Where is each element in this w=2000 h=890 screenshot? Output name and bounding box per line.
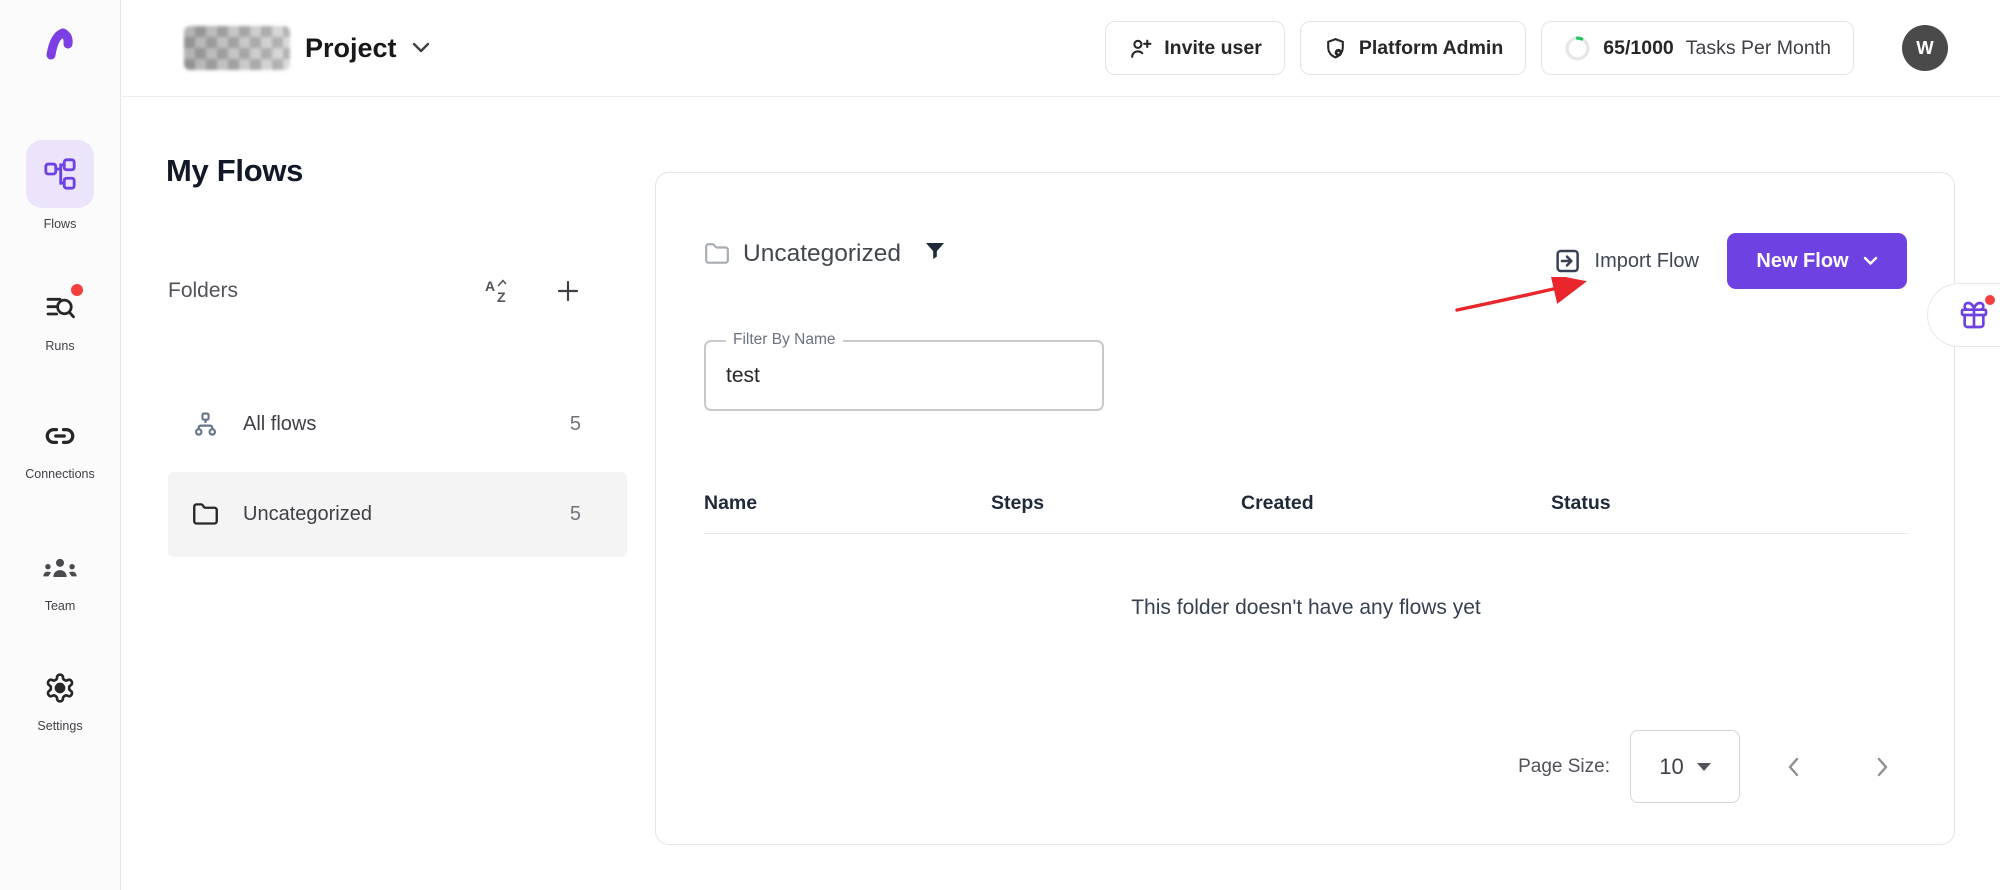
column-header-steps: Steps (991, 492, 1241, 515)
invite-user-label: Invite user (1164, 37, 1262, 60)
chevron-down-icon (1863, 256, 1878, 266)
new-flow-button[interactable]: New Flow (1727, 233, 1907, 289)
new-flow-label: New Flow (1756, 250, 1848, 273)
page-size-label: Page Size: (1518, 756, 1610, 778)
user-plus-icon (1128, 36, 1153, 61)
folders-heading: Folders (168, 279, 238, 303)
gift-notification-dot (1985, 295, 1995, 305)
svg-text:Z: Z (497, 289, 506, 305)
link-icon (43, 419, 77, 453)
list-search-icon (44, 292, 76, 324)
sidebar-item-label: Team (45, 599, 76, 613)
chevron-right-icon (1876, 756, 1890, 778)
page-size-select[interactable]: 10 (1630, 730, 1740, 803)
previous-page-button[interactable] (1786, 756, 1800, 778)
filter-by-name-input[interactable] (726, 346, 1081, 406)
chevron-down-icon (412, 42, 430, 54)
project-label: Project (305, 33, 397, 64)
sidebar-item-runs[interactable]: Runs (0, 286, 120, 353)
sidebar-item-connections[interactable]: Connections (0, 414, 120, 481)
column-header-created: Created (1241, 492, 1551, 515)
sort-az-icon: A Z (484, 277, 512, 305)
project-selector[interactable]: Project (184, 26, 430, 70)
flows-panel: Uncategorized Import Flow New (655, 172, 1955, 845)
add-folder-button[interactable] (556, 279, 580, 303)
folder-label: Uncategorized (243, 503, 372, 526)
flows-table-header: Name Steps Created Status (704, 473, 1908, 534)
app-logo-icon[interactable] (40, 22, 80, 66)
folder-icon (192, 501, 219, 528)
dropdown-arrow-icon (1697, 763, 1711, 771)
shield-admin-icon (1323, 36, 1348, 61)
import-flow-label: Import Flow (1595, 250, 1699, 273)
invite-user-button[interactable]: Invite user (1105, 21, 1285, 75)
sidebar-item-label: Flows (44, 217, 77, 231)
plus-icon (556, 279, 580, 303)
svg-text:A: A (485, 278, 495, 294)
sidebar-item-flows[interactable]: Flows (0, 140, 120, 231)
sidebar: Flows Runs Connection (0, 0, 121, 890)
folder-icon (704, 241, 730, 267)
next-page-button[interactable] (1876, 756, 1890, 778)
platform-admin-button[interactable]: Platform Admin (1300, 21, 1526, 75)
panel-title: Uncategorized (743, 240, 901, 268)
import-icon (1552, 246, 1582, 276)
user-avatar[interactable]: W (1902, 25, 1948, 71)
column-header-status: Status (1551, 492, 1908, 515)
folder-count: 5 (570, 503, 581, 526)
tasks-usage-pill[interactable]: 65/1000 Tasks Per Month (1541, 21, 1854, 75)
pagination: Page Size: 10 (1518, 730, 1890, 803)
sidebar-item-label: Runs (45, 339, 74, 353)
tasks-usage-caption: Tasks Per Month (1686, 37, 1831, 60)
sidebar-item-team[interactable]: Team (0, 546, 120, 613)
sidebar-item-label: Connections (25, 467, 95, 481)
sort-az-button[interactable]: A Z (484, 277, 512, 305)
folders-header: Folders A Z (168, 277, 580, 305)
page-size-value: 10 (1659, 754, 1683, 780)
empty-state-message: This folder doesn't have any flows yet (704, 596, 1908, 620)
workflow-nodes-icon (43, 157, 77, 191)
folder-count: 5 (570, 413, 581, 436)
hierarchy-icon (192, 411, 219, 438)
folder-row-all-flows[interactable]: All flows 5 (168, 382, 627, 467)
runs-notification-dot (71, 284, 83, 296)
gift-icon (1958, 299, 1990, 331)
tasks-usage-value: 65/1000 (1603, 37, 1674, 60)
page-title: My Flows (166, 153, 303, 189)
folder-label: All flows (243, 413, 316, 436)
sidebar-item-settings[interactable]: Settings (0, 666, 120, 733)
column-header-name: Name (704, 492, 991, 515)
folder-row-uncategorized[interactable]: Uncategorized 5 (168, 472, 627, 557)
tasks-progress-ring (1564, 35, 1591, 62)
platform-admin-label: Platform Admin (1359, 37, 1503, 60)
sidebar-item-label: Settings (37, 719, 82, 733)
rewards-gift-tab[interactable] (1927, 283, 2000, 347)
chevron-left-icon (1786, 756, 1800, 778)
top-header: Project Invite user (122, 0, 2000, 97)
project-name-redacted (184, 26, 290, 70)
import-flow-button[interactable]: Import Flow (1552, 246, 1699, 276)
people-icon (42, 553, 78, 583)
gear-icon (44, 672, 76, 704)
filter-funnel-icon[interactable] (923, 239, 947, 268)
main-content: My Flows Folders A Z All flows 5 (122, 97, 2000, 890)
filter-by-name-field: Filter By Name (704, 340, 1104, 411)
flows-active-tile (26, 140, 94, 208)
